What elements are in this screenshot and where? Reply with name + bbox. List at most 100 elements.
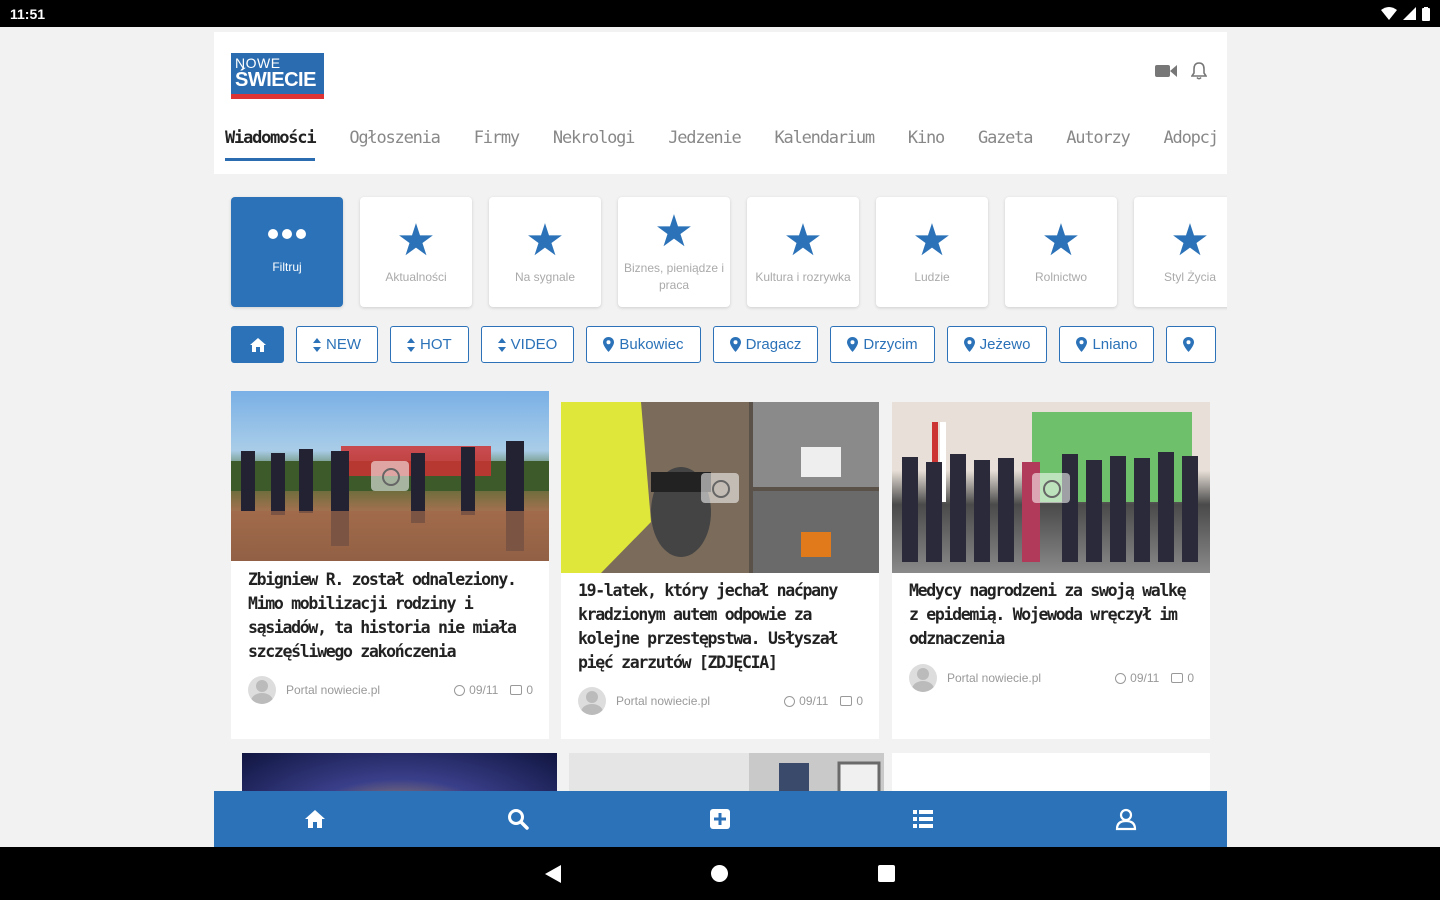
pin-icon	[603, 337, 615, 352]
category-tile[interactable]: ★ Ludzie	[876, 197, 988, 307]
article-author[interactable]: Portal nowiecie.pl	[947, 671, 1103, 685]
article-title[interactable]: 19-latek, który jechał naćpany kradziony…	[578, 579, 867, 675]
article-date: 09/11	[784, 694, 828, 708]
wifi-icon	[1381, 7, 1397, 20]
add-post-icon[interactable]	[708, 807, 732, 831]
tab-item[interactable]: Firmy	[474, 128, 520, 161]
system-nav-bar	[0, 847, 1440, 900]
article-author[interactable]: Portal nowiecie.pl	[616, 694, 772, 708]
chip-label: Jeżewo	[979, 336, 1031, 353]
article-comments[interactable]: 0	[840, 694, 863, 708]
star-icon: ★	[396, 215, 436, 265]
filter-chip[interactable]: Dragacz	[712, 326, 819, 363]
tab-item[interactable]: Adopcj	[1164, 128, 1219, 161]
filter-chip[interactable]	[1166, 326, 1217, 363]
tab-item[interactable]: Ogłoszenia	[349, 128, 441, 161]
video-icon[interactable]	[1155, 65, 1177, 77]
app-header: NOWE ŚWIECIE Wiadomości Ogłoszenia Firmy Ne…	[214, 32, 1227, 174]
date-text: 09/11	[1130, 671, 1160, 685]
category-label: Biznes, pieniądze i praca	[623, 261, 725, 292]
star-icon: ★	[654, 207, 694, 257]
article-meta: Portal nowiecie.pl 09/11 0	[578, 687, 863, 715]
article-comments[interactable]: 0	[1171, 671, 1194, 685]
app-container: NOWE ŚWIECIE Wiadomości Ogłoszenia Firmy Ne…	[214, 32, 1227, 847]
sort-icon	[407, 337, 415, 352]
filter-chip[interactable]: NEW	[296, 326, 378, 363]
star-icon: ★	[525, 215, 565, 265]
home-icon[interactable]	[303, 807, 327, 831]
category-label: Ludzie	[914, 269, 950, 284]
category-label: Filtruj	[272, 259, 302, 274]
site-logo[interactable]: NOWE ŚWIECIE	[231, 53, 324, 99]
bottom-app-bar	[214, 791, 1227, 847]
search-icon[interactable]	[506, 807, 530, 831]
article-card[interactable]: 19-latek, który jechał naćpany kradziony…	[561, 402, 879, 739]
filter-chip[interactable]: Lniano	[1059, 326, 1155, 363]
bell-icon[interactable]	[1191, 62, 1207, 80]
category-tile[interactable]: Filtruj	[231, 197, 343, 307]
tab-item[interactable]: Autorzy	[1066, 128, 1130, 161]
filter-chip[interactable]: Drzycim	[830, 326, 935, 363]
logo-line-1: NOWE	[235, 55, 281, 71]
tab-item[interactable]: Wiadomości	[225, 128, 317, 161]
tab-item[interactable]: Kalendarium	[775, 128, 876, 161]
author-avatar	[578, 687, 606, 715]
star-icon: ★	[1170, 215, 1210, 265]
article-card[interactable]: Zbigniew R. został odnaleziony. Mimo mob…	[231, 391, 549, 739]
tab-item[interactable]: Jedzenie	[668, 128, 741, 161]
filter-chips: NEW HOT VIDEO Bukowiec Dragacz Drzycim Jeżewo L…	[231, 326, 1217, 363]
back-icon[interactable]	[545, 864, 561, 883]
article-image	[892, 402, 1210, 573]
chip-label: Dragacz	[745, 336, 802, 353]
article-title[interactable]: Medycy nagrodzeni za swoją walkę z epide…	[909, 579, 1198, 651]
filter-chip[interactable]: Bukowiec	[586, 326, 701, 363]
pin-icon	[847, 337, 859, 352]
category-tiles: Filtruj ★ Aktualności ★ Na sygnale ★ Biznes, p…	[231, 197, 1227, 307]
sort-icon	[313, 337, 321, 352]
pin-icon	[1183, 337, 1195, 352]
battery-icon	[1422, 6, 1430, 21]
filter-chip[interactable]: Jeżewo	[946, 326, 1048, 363]
dots-icon	[268, 228, 306, 239]
filter-chip[interactable]: VIDEO	[480, 326, 575, 363]
home-icon	[249, 337, 266, 352]
article-author[interactable]: Portal nowiecie.pl	[286, 683, 442, 697]
camera-icon	[371, 461, 409, 491]
star-icon: ★	[783, 215, 823, 265]
category-tile[interactable]: ★ Styl Życia	[1134, 197, 1227, 307]
pin-icon	[729, 337, 741, 352]
chip-label: Drzycim	[863, 336, 918, 353]
article-title[interactable]: Zbigniew R. został odnaleziony. Mimo mob…	[248, 568, 537, 664]
article-card[interactable]: Medycy nagrodzeni za swoją walkę z epide…	[892, 402, 1210, 739]
category-tile[interactable]: ★ Aktualności	[360, 197, 472, 307]
status-bar: 11:51	[0, 0, 1440, 27]
category-label: Aktualności	[385, 269, 447, 284]
chip-label: VIDEO	[510, 336, 558, 353]
user-icon[interactable]	[1114, 807, 1138, 831]
tab-item[interactable]: Gazeta	[978, 128, 1033, 161]
tab-item[interactable]: Nekrologi	[553, 128, 636, 161]
article-meta: Portal nowiecie.pl 09/11 0	[909, 664, 1194, 692]
camera-icon	[1032, 472, 1070, 503]
category-tile[interactable]: ★ Rolnictwo	[1005, 197, 1117, 307]
article-meta: Portal nowiecie.pl 09/11 0	[248, 676, 533, 704]
tab-item[interactable]: Kino	[908, 128, 945, 161]
status-time: 11:51	[10, 5, 46, 22]
filter-chip[interactable]	[231, 326, 284, 363]
home-circle-icon[interactable]	[711, 865, 728, 882]
recent-apps-icon[interactable]	[878, 865, 895, 882]
article-comments[interactable]: 0	[510, 683, 533, 697]
category-tile[interactable]: ★ Biznes, pieniądze i praca	[618, 197, 730, 307]
list-icon[interactable]	[911, 807, 935, 831]
category-label: Styl Życia	[1163, 269, 1216, 284]
clock-icon	[784, 695, 796, 707]
comment-icon	[840, 696, 853, 706]
star-icon: ★	[1041, 215, 1081, 265]
comment-icon	[510, 685, 523, 695]
category-tile[interactable]: ★ Na sygnale	[489, 197, 601, 307]
main-tabs: Wiadomości Ogłoszenia Firmy Nekrologi Jedzen…	[225, 128, 1219, 161]
article-image	[561, 402, 879, 573]
filter-chip[interactable]: HOT	[390, 326, 469, 363]
category-tile[interactable]: ★ Kultura i rozrywka	[747, 197, 859, 307]
status-icons	[1381, 6, 1430, 21]
